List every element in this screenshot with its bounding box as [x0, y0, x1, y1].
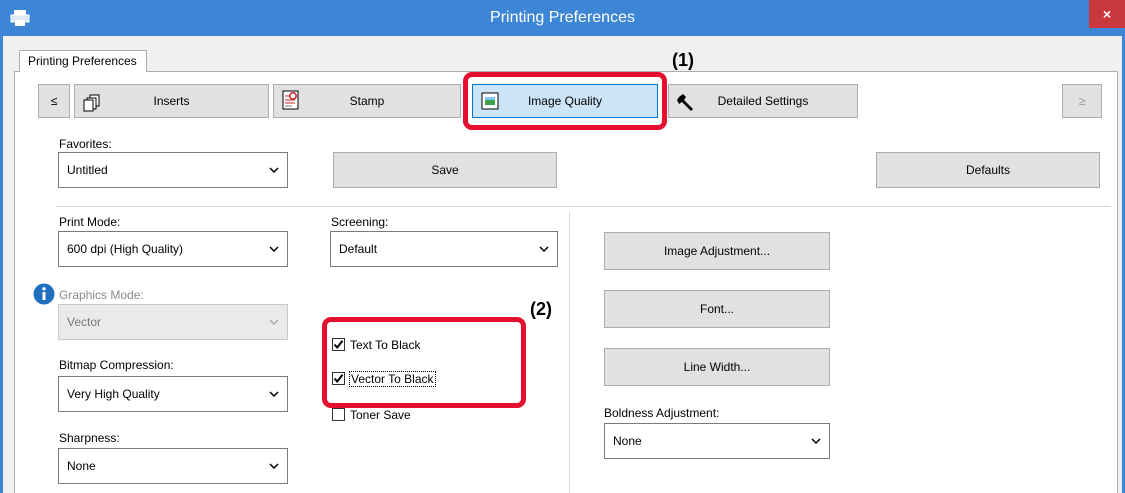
chevron-down-icon — [269, 167, 279, 174]
callout-label-1: (1) — [672, 50, 694, 70]
bitmap-compression-select[interactable]: Very High Quality — [58, 376, 288, 412]
chevron-down-icon — [269, 391, 279, 398]
chevron-down-icon — [811, 438, 821, 445]
window-title: Printing Preferences — [490, 9, 635, 26]
graphics-mode-select: Vector — [58, 304, 288, 340]
graphics-mode-label: Graphics Mode: — [59, 288, 144, 302]
defaults-button[interactable]: Defaults — [876, 152, 1100, 188]
print-mode-select[interactable]: 600 dpi (High Quality) — [58, 231, 288, 267]
save-button[interactable]: Save — [333, 152, 557, 188]
boldness-adjustment-label: Boldness Adjustment: — [604, 406, 720, 420]
prev-label: ≤ — [50, 94, 58, 108]
callout-label-2: (2) — [530, 299, 552, 319]
sharpness-value: None — [67, 459, 96, 473]
print-mode-label: Print Mode: — [59, 215, 121, 229]
favorites-label: Favorites: — [59, 137, 112, 151]
sharpness-select[interactable]: None — [58, 448, 288, 484]
screening-value: Default — [339, 242, 378, 256]
bitmap-compression-label: Bitmap Compression: — [59, 358, 174, 372]
bitmap-compression-value: Very High Quality — [67, 387, 160, 401]
boldness-adjustment-select[interactable]: None — [604, 423, 830, 459]
tab-detailed-settings-label: Detailed Settings — [717, 94, 809, 108]
boldness-adjustment-value: None — [613, 434, 642, 448]
graphics-mode-value: Vector — [67, 315, 102, 329]
sharpness-label: Sharpness: — [59, 431, 120, 445]
toner-save-checkbox[interactable]: Toner Save — [332, 407, 482, 423]
close-button[interactable]: × — [1089, 0, 1125, 28]
favorites-value: Untitled — [67, 163, 108, 177]
tab-printing-preferences[interactable]: Printing Preferences — [19, 50, 147, 72]
column-divider — [569, 212, 570, 493]
chevron-down-icon — [269, 319, 279, 326]
screening-select[interactable]: Default — [330, 231, 558, 267]
line-width-button[interactable]: Line Width... — [604, 348, 830, 386]
callout-box-1 — [463, 72, 667, 130]
divider — [56, 206, 1111, 207]
tab-inserts-label: Inserts — [153, 94, 190, 108]
tab-detailed-settings[interactable]: Detailed Settings — [668, 84, 858, 118]
font-button[interactable]: Font... — [604, 290, 830, 328]
callout-box-2 — [322, 317, 526, 408]
print-mode-value: 600 dpi (High Quality) — [67, 242, 184, 256]
tab-stamp-label: Stamp — [349, 94, 385, 108]
tab-stamp[interactable]: Stamp — [273, 84, 461, 118]
info-icon[interactable] — [33, 283, 55, 305]
toner-save-label: Toner Save — [350, 408, 411, 422]
chevron-down-icon — [269, 463, 279, 470]
toolbar-prev-button[interactable]: ≤ — [38, 84, 70, 118]
screening-label: Screening: — [331, 215, 389, 229]
chevron-down-icon — [269, 246, 279, 253]
toolbar-next-button[interactable]: ≥ — [1062, 84, 1102, 118]
tab-inserts[interactable]: Inserts — [74, 84, 269, 118]
image-adjustment-button[interactable]: Image Adjustment... — [604, 232, 830, 270]
chevron-down-icon — [539, 246, 549, 253]
tab-panel — [14, 71, 1118, 493]
next-label: ≥ — [1078, 94, 1086, 108]
checkbox-box — [332, 408, 345, 421]
favorites-select[interactable]: Untitled — [58, 152, 288, 188]
